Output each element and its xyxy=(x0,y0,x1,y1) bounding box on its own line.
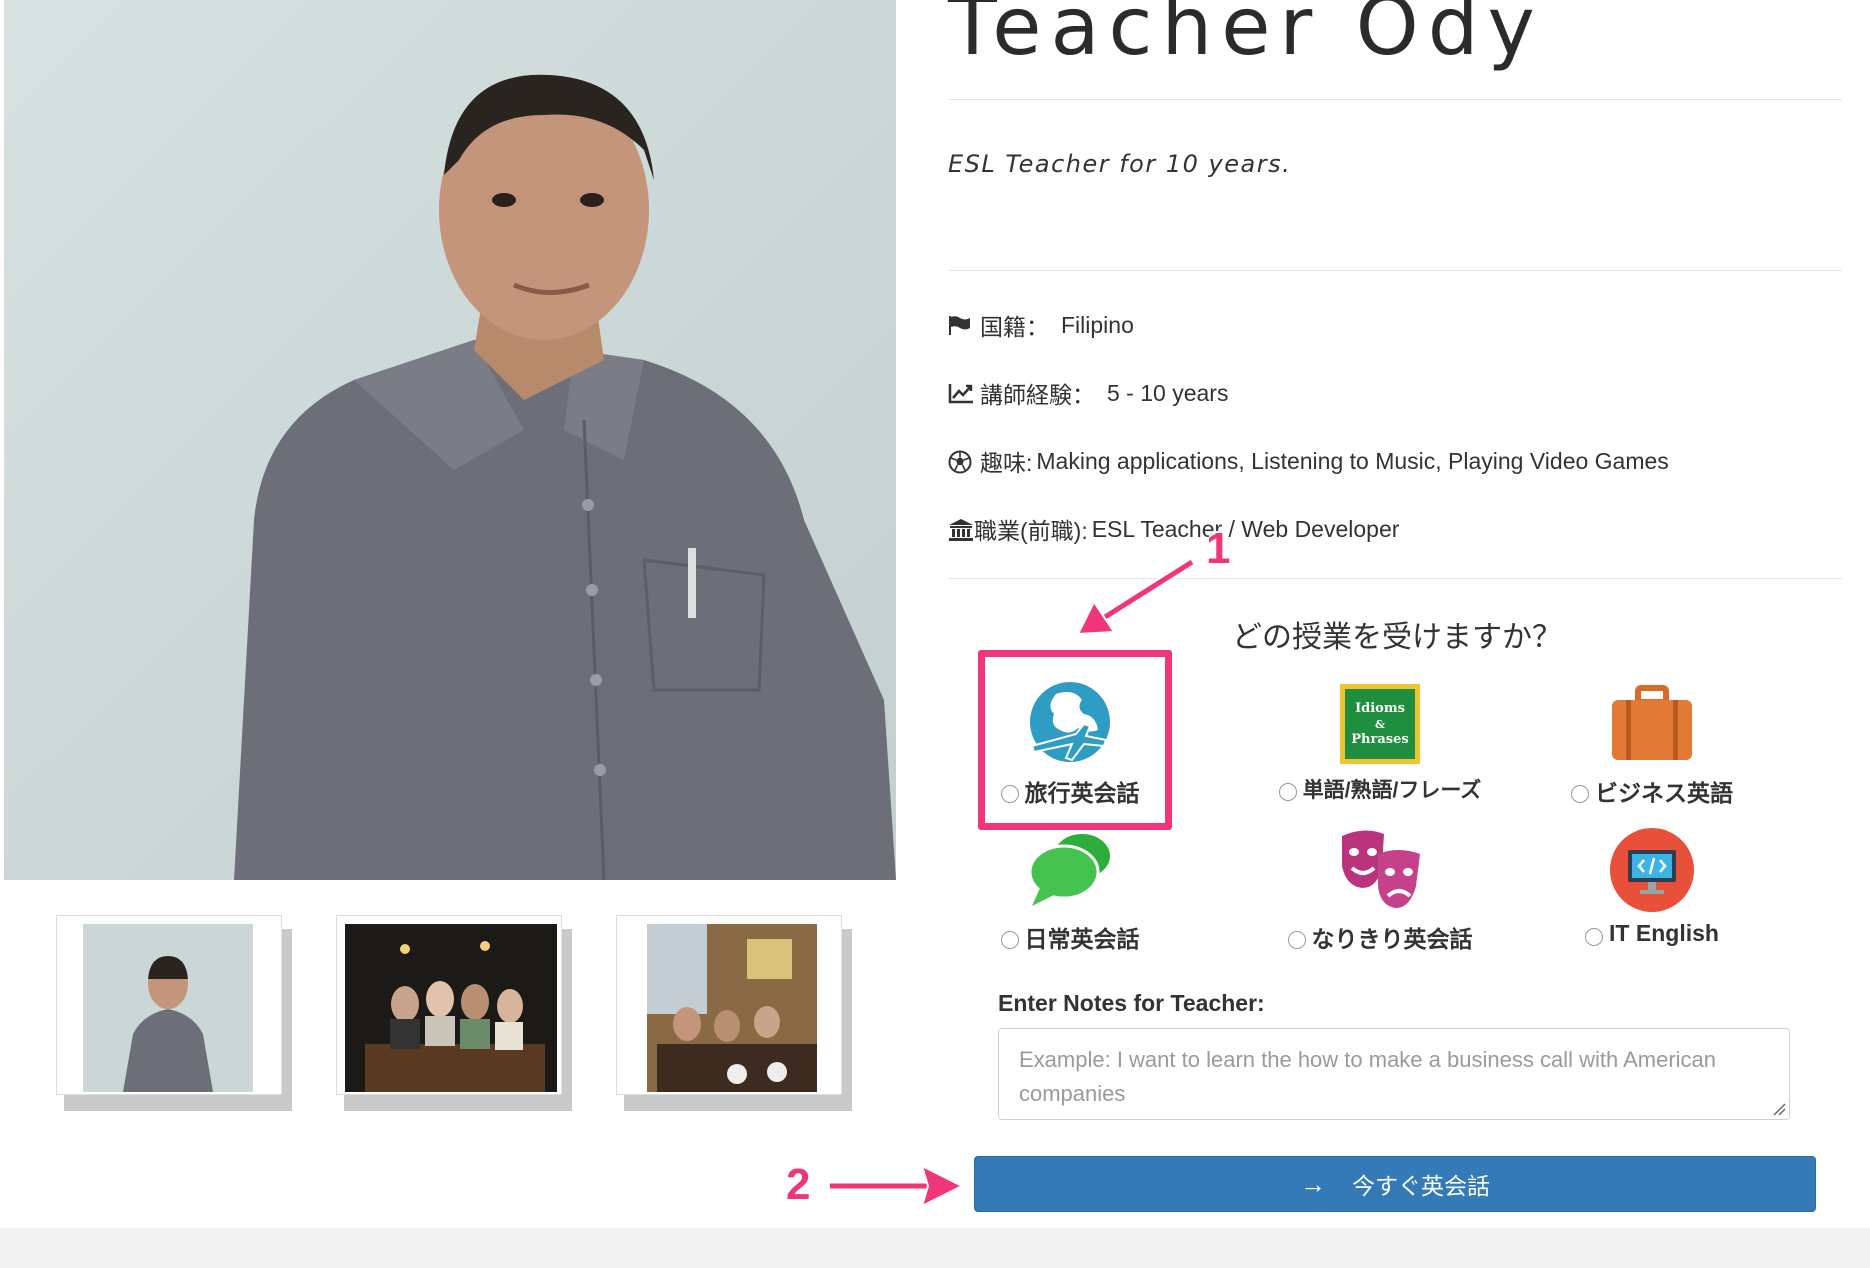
course-radio[interactable] xyxy=(1000,931,1019,949)
profile-hobbies: 趣味: Making applications, Listening to Mu… xyxy=(948,444,1669,478)
hobbies-value: Making applications, Listening to Music,… xyxy=(1036,447,1669,474)
notes-textarea[interactable] xyxy=(998,1028,1790,1120)
start-lesson-button[interactable]: → 今すぐ英会話 xyxy=(974,1156,1816,1212)
course-radio[interactable] xyxy=(1278,783,1297,801)
theater-masks-icon xyxy=(1336,826,1424,914)
speech-bubbles-icon xyxy=(1026,826,1114,914)
flag-icon xyxy=(948,314,974,336)
thumbnail-card xyxy=(336,915,562,1095)
code-monitor-icon xyxy=(1608,826,1696,914)
nationality-label: 国籍： xyxy=(980,314,1049,340)
course-label: なりきり英会話 xyxy=(1311,926,1473,952)
course-label: IT English xyxy=(1609,920,1719,946)
idioms-phrases-icon: Idioms & Phrases xyxy=(1336,680,1424,768)
lesson-question: どの授業を受けますか？ xyxy=(1232,621,1562,654)
annotation-marker-1: 1 xyxy=(1206,524,1231,573)
divider xyxy=(948,99,1842,100)
bottom-band xyxy=(0,1228,1870,1268)
photo-thumbnail-2[interactable] xyxy=(336,915,572,1111)
course-label: 単語/熟語/フレーズ xyxy=(1302,779,1482,802)
teacher-name-title: Teacher Ody xyxy=(948,0,1544,73)
teacher-tagline: ESL Teacher for 10 years. xyxy=(948,150,1292,178)
bank-icon xyxy=(948,518,974,541)
experience-value: 5 - 10 years xyxy=(1107,379,1229,406)
line-chart-icon xyxy=(948,382,974,404)
course-option-daily[interactable]: 日常英会話 xyxy=(990,826,1150,954)
photo-thumbnail-1[interactable] xyxy=(56,915,292,1111)
annotation-marker-2: 2 xyxy=(786,1160,811,1209)
divider xyxy=(948,270,1842,271)
soccer-ball-icon xyxy=(948,450,974,474)
svg-text:&: & xyxy=(1375,718,1385,731)
course-radio[interactable] xyxy=(1571,785,1589,803)
teacher-main-photo xyxy=(4,0,896,880)
course-radio[interactable] xyxy=(1287,931,1306,949)
nationality-value: Filipino xyxy=(1061,311,1134,338)
annotation-arrow-2 xyxy=(830,1164,965,1208)
profile-nationality: 国籍： Filipino xyxy=(948,308,1134,342)
arrow-right-icon: → xyxy=(1300,1168,1326,1199)
course-option-roleplay[interactable]: なりきり英会話 xyxy=(1270,826,1490,954)
experience-label: 講師経験： xyxy=(980,382,1095,408)
course-option-it-english[interactable]: IT English xyxy=(1552,826,1752,947)
course-option-vocabulary[interactable]: Idioms & Phrases 単語/熟語/フレーズ xyxy=(1270,680,1490,804)
notes-label: Enter Notes for Teacher: xyxy=(998,990,1265,1016)
thumbnail-image xyxy=(345,924,557,1092)
profile-experience: 講師経験： 5 - 10 years xyxy=(948,376,1228,410)
hobbies-label: 趣味: xyxy=(980,450,1033,476)
course-label: 日常英会話 xyxy=(1024,926,1140,952)
briefcase-icon xyxy=(1608,680,1696,768)
course-label: ビジネス英語 xyxy=(1595,780,1733,806)
course-radio[interactable] xyxy=(1585,927,1604,946)
thumbnail-card xyxy=(56,915,282,1095)
photo-thumbnail-3[interactable] xyxy=(616,915,852,1111)
course-option-business[interactable]: ビジネス英語 xyxy=(1552,680,1752,808)
resize-grip-icon[interactable] xyxy=(1772,1102,1786,1116)
annotation-highlight-box xyxy=(978,650,1172,830)
start-lesson-label: 今すぐ英会話 xyxy=(1352,1173,1490,1199)
svg-text:Idioms: Idioms xyxy=(1355,701,1405,716)
svg-text:Phrases: Phrases xyxy=(1351,732,1408,747)
thumbnail-card xyxy=(616,915,842,1095)
occupation-value: ESL Teacher / Web Developer xyxy=(1091,515,1400,542)
thumbnail-image xyxy=(83,924,253,1092)
thumbnail-image xyxy=(647,924,817,1092)
